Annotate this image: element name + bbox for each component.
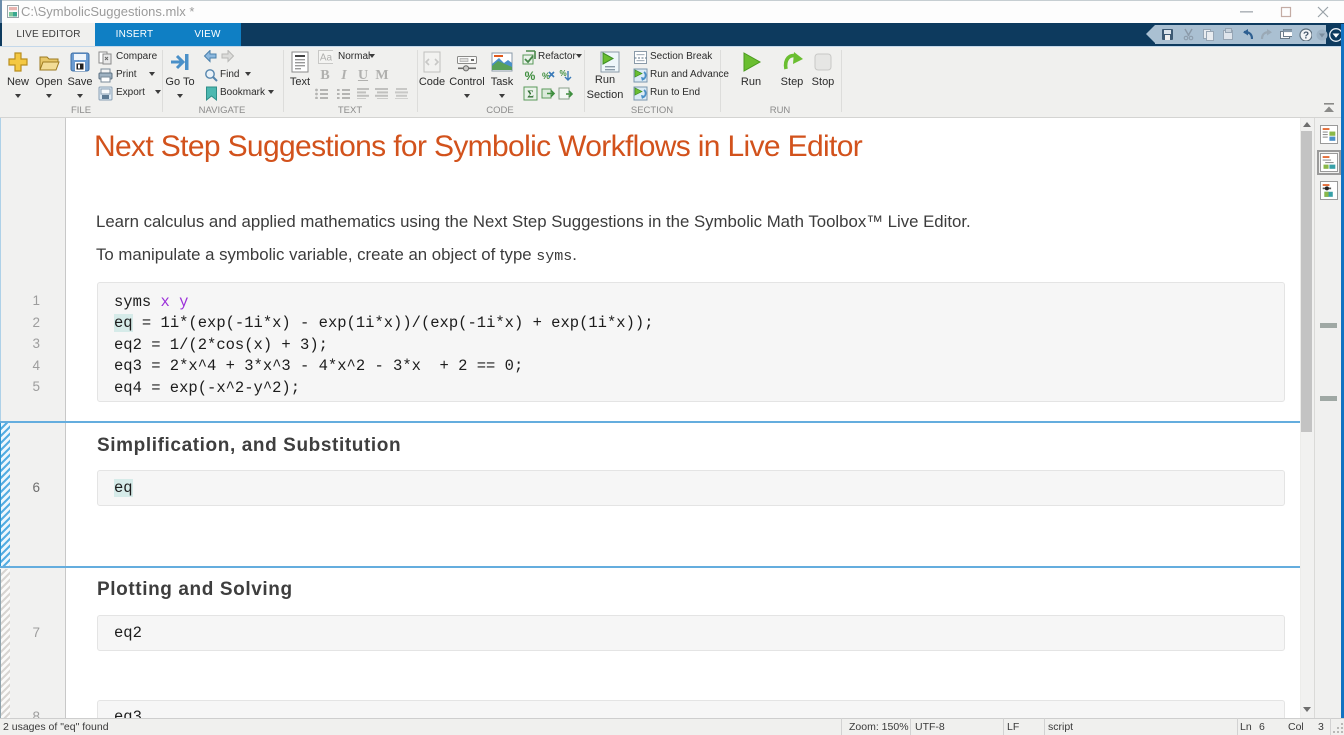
svg-text:Aa: Aa: [320, 53, 333, 64]
svg-text:?: ?: [1303, 31, 1309, 42]
svg-text:Σ: Σ: [527, 90, 534, 101]
svg-text:%: %: [525, 69, 536, 83]
